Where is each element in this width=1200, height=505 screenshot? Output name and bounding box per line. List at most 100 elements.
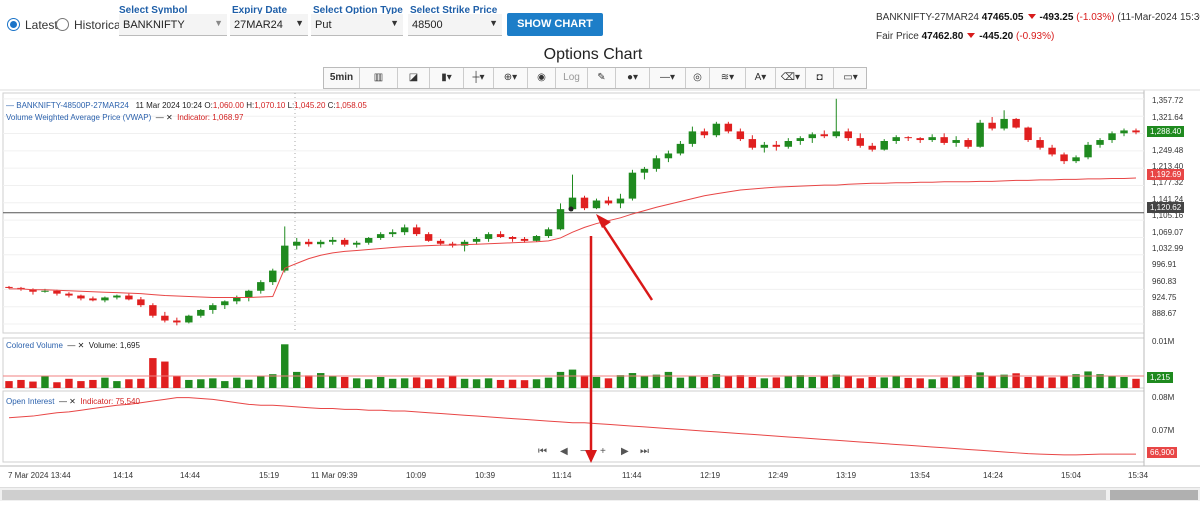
volume-bar: [808, 376, 817, 388]
volume-bar: [616, 375, 625, 388]
volume-bar: [1048, 377, 1056, 388]
candle-body: [496, 234, 505, 237]
candle-body: [388, 232, 397, 235]
volume-bar: [592, 376, 601, 388]
volume-label: Volume:: [88, 341, 118, 350]
candle-body: [245, 290, 253, 298]
time-tick: 15:34: [1128, 471, 1149, 480]
volume-bar: [988, 376, 996, 388]
candle-body: [880, 141, 888, 150]
volume-bar: [760, 378, 769, 388]
last-page-icon[interactable]: ⏭: [640, 446, 649, 457]
volume-bar: [245, 379, 253, 388]
options-chart[interactable]: [0, 0, 1200, 505]
candle-body: [364, 237, 373, 243]
candle-body: [700, 131, 709, 136]
volume-tick: 0.01M: [1152, 337, 1175, 346]
vwap-legend: Volume Weighted Average Price (VWAP) — ✕…: [6, 113, 243, 122]
candle-body: [125, 295, 133, 300]
volume-bar: [628, 373, 637, 388]
oi-legend: Open Interest — ✕ Indicator: 75,540: [6, 397, 140, 406]
price-tick: 924.75: [1152, 293, 1177, 302]
zoom-out-icon[interactable]: −: [580, 446, 586, 457]
ohlc-legend: — BANKNIFTY-48500P-27MAR24 11 Mar 2024 1…: [6, 101, 367, 110]
candle-body: [640, 168, 649, 173]
volume-bar: [376, 376, 385, 388]
close-value: 1,058.05: [335, 101, 367, 110]
candle-body: [424, 234, 433, 241]
volume-bar: [113, 381, 121, 388]
candle-body: [412, 227, 421, 235]
candle-body: [772, 144, 781, 147]
close-icon[interactable]: ✕: [166, 113, 173, 122]
candle-body: [209, 305, 217, 310]
close-icon[interactable]: ✕: [69, 397, 76, 406]
volume-bar: [388, 378, 397, 388]
minimize-icon[interactable]: —: [59, 397, 67, 406]
time-tick: 14:24: [983, 471, 1004, 480]
horizontal-scrollbar[interactable]: [0, 487, 1200, 501]
zoom-in-icon[interactable]: +: [600, 446, 606, 457]
candle-body: [221, 301, 229, 306]
candle-body: [976, 122, 984, 147]
volume-bar: [412, 377, 421, 388]
scrollbar-track[interactable]: [2, 490, 1106, 500]
volume-bar: [940, 377, 948, 388]
vwap-indicator-value: 1,068.97: [212, 113, 244, 122]
candle-body: [65, 293, 73, 296]
candle-body: [952, 140, 960, 143]
volume-bar: [1036, 376, 1044, 388]
volume-bar: [5, 381, 13, 388]
candle-body: [820, 134, 828, 137]
oi-tick: 0.07M: [1152, 426, 1175, 435]
candle-body: [1012, 118, 1020, 128]
price-tick: 1,357.72: [1152, 96, 1184, 105]
volume-bar: [868, 376, 876, 388]
crosshair-price-tag: 1,120.62: [1147, 202, 1185, 213]
candle-body: [317, 241, 325, 245]
volume-bar: [53, 382, 61, 388]
time-tick: 13:54: [910, 471, 931, 480]
prev-page-icon[interactable]: ◀: [560, 446, 568, 457]
first-page-icon[interactable]: ⏮: [538, 446, 547, 457]
candle-body: [832, 131, 840, 137]
volume-legend: Colored Volume — ✕ Volume: 1,695: [6, 341, 140, 350]
candle-body: [328, 239, 337, 242]
minimize-icon[interactable]: —: [67, 341, 75, 350]
volume-bar: [17, 379, 25, 388]
annotation-arrowhead: [596, 214, 611, 228]
last-price-tag: 1,288.40: [1147, 126, 1185, 137]
close-icon[interactable]: ✕: [78, 341, 85, 350]
oi-title: Open Interest: [6, 397, 55, 406]
candle-body: [269, 270, 277, 283]
close-icon[interactable]: —: [6, 101, 14, 110]
vwap-tag: 1,192.69: [1147, 169, 1185, 180]
candle-body: [400, 227, 409, 233]
candle-body: [113, 295, 121, 298]
vwap-title: Volume Weighted Average Price (VWAP): [6, 113, 152, 122]
candle-body: [101, 297, 109, 301]
next-page-icon[interactable]: ▶: [621, 446, 629, 457]
candle-body: [185, 315, 193, 323]
volume-bar: [340, 376, 349, 388]
volume-bar: [904, 377, 912, 388]
volume-bar: [1108, 376, 1116, 388]
candle-body: [844, 131, 852, 139]
volume-bar: [197, 379, 205, 388]
candle-body: [736, 131, 745, 140]
high-label: H:: [246, 101, 255, 110]
volume-bar: [1120, 376, 1128, 388]
minimize-icon[interactable]: —: [156, 113, 164, 122]
candle-body: [904, 137, 912, 139]
volume-bar: [77, 381, 85, 388]
volume-bar: [89, 379, 97, 388]
candle-body: [916, 138, 924, 141]
candle-body: [760, 144, 769, 148]
price-tick: 996.91: [1152, 260, 1177, 269]
ohlc-date: 11 Mar 2024 10:24: [135, 101, 203, 110]
candle-body: [544, 229, 553, 237]
candle-body: [1060, 154, 1068, 162]
time-tick: 10:09: [406, 471, 427, 480]
scrollbar-thumb[interactable]: [1110, 490, 1198, 500]
volume-bar: [820, 376, 828, 388]
